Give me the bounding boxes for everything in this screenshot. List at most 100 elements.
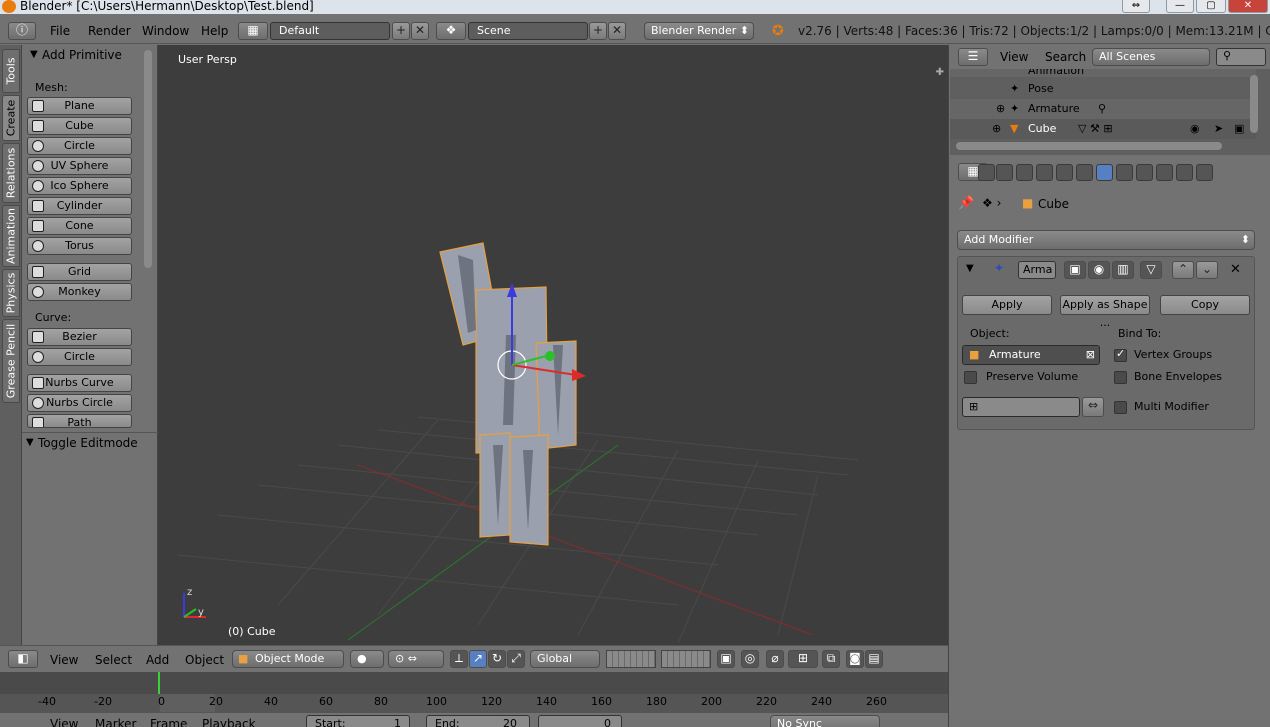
visibility-eye-icon[interactable]: ◉	[1190, 119, 1200, 139]
timeline-ruler[interactable]: -40 -20 0 20 40 60 80 100 120 140 160 18…	[0, 694, 948, 712]
close-button[interactable]: ✕	[1228, 0, 1268, 13]
outliner-menu-search[interactable]: Search	[1045, 50, 1086, 64]
modifier-viewport-toggle-icon[interactable]: ◉	[1088, 261, 1110, 279]
manipulator-toggle-icon[interactable]: ⟂	[450, 650, 468, 668]
outliner-row-armature[interactable]: ⊕ ✦ Armature ⚲	[950, 99, 1256, 119]
snap-element-icon[interactable]: ⊞	[788, 650, 818, 668]
snap-toggle-icon[interactable]: ⌀	[766, 650, 784, 668]
add-path-button[interactable]: Path	[27, 414, 132, 428]
vp-menu-view[interactable]: View	[50, 653, 78, 667]
shading-dropdown[interactable]: ●	[350, 650, 384, 668]
pin-icon[interactable]: 📌	[958, 196, 974, 211]
timeline[interactable]: -40 -20 0 20 40 60 80 100 120 140 160 18…	[0, 672, 948, 712]
object-tab-icon[interactable]	[1056, 164, 1073, 181]
expand-icon[interactable]: ⊕	[992, 119, 1001, 139]
current-frame-field[interactable]: 0	[538, 715, 622, 727]
tl-menu-view[interactable]: View	[50, 717, 78, 727]
mode-dropdown[interactable]: ■ Object Mode	[232, 650, 344, 668]
render-engine-dropdown[interactable]: Blender Render ⬍	[644, 22, 754, 40]
select-cursor-icon[interactable]: ➤	[1214, 119, 1223, 139]
add-cone-button[interactable]: Cone	[27, 217, 132, 235]
add-primitive-panel-header[interactable]: ▼ Add Primitive	[22, 45, 158, 65]
multi-modifier-checkbox[interactable]	[1114, 401, 1127, 414]
restore-icon[interactable]: ⇔	[1122, 0, 1150, 13]
menu-render[interactable]: Render	[88, 24, 131, 38]
material-tab-icon[interactable]	[1136, 164, 1153, 181]
modifier-render-toggle-icon[interactable]: ▣	[1064, 261, 1086, 279]
apply-as-shape-button[interactable]: Apply as Shape ...	[1060, 295, 1150, 329]
add-monkey-button[interactable]: Monkey	[27, 283, 132, 301]
scene-field[interactable]: Scene	[468, 22, 588, 40]
outliner-row-animation[interactable]: Animation	[950, 69, 1256, 77]
add-uv-sphere-button[interactable]: UV Sphere	[27, 157, 132, 175]
world-tab-icon[interactable]	[1036, 164, 1053, 181]
pivot-dropdown[interactable]: ⊙ ⇔	[388, 650, 444, 668]
preserve-volume-checkbox[interactable]	[964, 371, 977, 384]
translate-manipulator-icon[interactable]: ↗	[469, 650, 487, 668]
x-gizmo-head[interactable]	[572, 369, 586, 381]
start-frame-field[interactable]: Start: 1	[306, 715, 410, 727]
outliner-vscrollbar[interactable]	[1250, 75, 1258, 133]
tab-tools[interactable]: Tools	[2, 49, 20, 93]
layer-buttons-right[interactable]	[661, 650, 711, 668]
render-camera-icon[interactable]: ▣	[1234, 119, 1244, 139]
vp-menu-add[interactable]: Add	[146, 653, 169, 667]
render-preview-icon[interactable]: ◙	[846, 650, 864, 668]
minimize-button[interactable]: —	[1166, 0, 1194, 13]
scene-icon[interactable]: ❖	[436, 22, 466, 40]
add-nurbs-curve-button[interactable]: Nurbs Curve	[27, 374, 132, 392]
modifiers-tab-icon[interactable]	[1096, 164, 1113, 181]
snap-target-icon[interactable]: ⧉	[822, 650, 840, 668]
armature-object-field[interactable]: ■ Armature ⊠	[962, 345, 1100, 365]
add-modifier-dropdown[interactable]: Add Modifier ⬍	[957, 230, 1255, 250]
expand-icon[interactable]: ⊕	[996, 99, 1005, 119]
render-animation-icon[interactable]: ▤	[865, 650, 883, 668]
data-tab-icon[interactable]	[1116, 164, 1133, 181]
add-nurbs-circle-button[interactable]: Nurbs Circle	[27, 394, 132, 412]
tl-menu-marker[interactable]: Marker	[95, 717, 136, 727]
end-frame-field[interactable]: End: 20	[426, 715, 530, 727]
menu-window[interactable]: Window	[142, 24, 189, 38]
add-cylinder-button[interactable]: Cylinder	[27, 197, 132, 215]
scene-tab-icon[interactable]	[1016, 164, 1033, 181]
vertex-groups-checkbox[interactable]: ✓	[1114, 347, 1127, 362]
vertex-group-field[interactable]: ⊞	[962, 397, 1080, 417]
layout-remove-button[interactable]: ✕	[411, 22, 429, 40]
toggle-editmode-panel-header[interactable]: ▼ Toggle Editmode	[22, 432, 158, 452]
add-bezier-button[interactable]: Bezier	[27, 328, 132, 346]
layer-buttons-left[interactable]	[606, 650, 656, 668]
outliner-hscrollbar[interactable]	[956, 142, 1222, 150]
scene-add-button[interactable]: +	[589, 22, 607, 40]
add-curve-circle-button[interactable]: Circle	[27, 348, 132, 366]
3d-viewport[interactable]: z y User Persp (0) Cube ✚	[158, 45, 948, 645]
editor-type-icon[interactable]: ◧	[8, 650, 38, 668]
outliner-display-dropdown[interactable]: All Scenes	[1092, 48, 1210, 66]
current-frame-indicator[interactable]	[158, 672, 160, 694]
vp-menu-select[interactable]: Select	[95, 653, 132, 667]
clear-field-icon[interactable]: ⊠	[1086, 346, 1095, 364]
particles-tab-icon[interactable]	[1176, 164, 1193, 181]
apply-button[interactable]: Apply	[962, 295, 1052, 315]
tab-relations[interactable]: Relations	[2, 143, 20, 203]
screen-layout-icon[interactable]: ▦	[238, 22, 268, 40]
collapse-triangle-icon[interactable]: ▼	[966, 263, 974, 274]
properties-toggle-icon[interactable]: ✚	[936, 67, 944, 78]
add-circle-button[interactable]: Circle	[27, 137, 132, 155]
remove-modifier-icon[interactable]: ✕	[1230, 262, 1241, 277]
modifier-name-field[interactable]: Arma	[1018, 261, 1056, 279]
outliner-row-pose[interactable]: ✦ Pose	[950, 79, 1256, 99]
maximize-button[interactable]: ▢	[1196, 0, 1226, 13]
texture-tab-icon[interactable]	[1156, 164, 1173, 181]
render-tab-icon[interactable]	[978, 164, 995, 181]
tl-menu-frame[interactable]: Frame	[150, 717, 187, 727]
outliner-row-cube[interactable]: ⊕ ▼ Cube ▽ ⚒ ⊞ ◉ ➤ ▣	[950, 119, 1256, 139]
add-ico-sphere-button[interactable]: Ico Sphere	[27, 177, 132, 195]
render-layers-tab-icon[interactable]	[996, 164, 1013, 181]
outliner-menu-view[interactable]: View	[1000, 50, 1028, 64]
info-editor-type-icon[interactable]: ⓘ	[8, 22, 36, 40]
move-down-button[interactable]: ⌄	[1196, 261, 1218, 279]
scene-remove-button[interactable]: ✕	[608, 22, 626, 40]
move-up-button[interactable]: ⌃	[1172, 261, 1194, 279]
toolshelf-scrollbar[interactable]	[144, 50, 152, 268]
add-torus-button[interactable]: Torus	[27, 237, 132, 255]
